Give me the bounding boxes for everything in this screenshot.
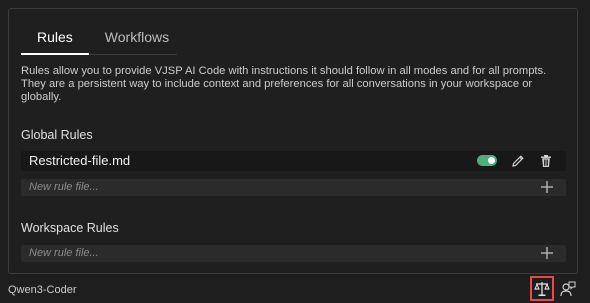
model-name[interactable]: Qwen3-Coder — [8, 284, 76, 296]
delete-rule-button[interactable] — [538, 153, 554, 169]
rule-file-name[interactable]: Restricted-file.md — [29, 153, 130, 168]
edit-rule-button[interactable] — [510, 153, 526, 169]
pencil-icon — [512, 155, 524, 167]
person-feedback-button[interactable] — [559, 280, 577, 298]
tab-workflows[interactable]: Workflows — [89, 23, 185, 54]
person-feedback-icon — [560, 281, 576, 297]
toggle-knob — [488, 157, 495, 164]
global-rules-title: Global Rules — [21, 128, 93, 142]
plus-icon[interactable] — [540, 246, 554, 260]
rule-item: Restricted-file.md — [21, 151, 566, 171]
new-rule-placeholder: New rule file... — [29, 247, 99, 259]
rules-panel: Rules Workflows Rules allow you to provi… — [8, 8, 578, 274]
tab-rules[interactable]: Rules — [21, 23, 89, 55]
tab-bar: Rules Workflows — [21, 23, 177, 55]
workspace-new-rule-input[interactable]: New rule file... — [21, 245, 566, 262]
new-rule-placeholder: New rule file... — [29, 181, 99, 193]
trash-icon — [541, 155, 551, 167]
workspace-rules-title: Workspace Rules — [21, 221, 119, 235]
rules-description: Rules allow you to provide VJSP AI Code … — [21, 65, 547, 103]
global-new-rule-input[interactable]: New rule file... — [21, 179, 566, 196]
scale-icon — [534, 281, 550, 296]
rule-enable-toggle[interactable] — [477, 155, 497, 166]
plus-icon[interactable] — [540, 180, 554, 194]
rules-scale-button[interactable] — [530, 276, 554, 301]
